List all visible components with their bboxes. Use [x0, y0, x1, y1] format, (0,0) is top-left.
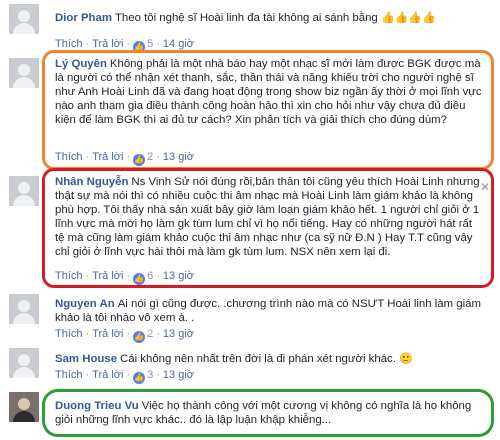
like-count[interactable]: 5 [147, 38, 153, 50]
like-badge-icon: 👍 [133, 331, 146, 343]
like-badge-icon: 👍 [133, 372, 146, 384]
avatar[interactable] [9, 4, 39, 34]
avatar[interactable] [9, 348, 39, 378]
comment-author[interactable]: Sam House [55, 353, 117, 365]
comment-text: Theo tôi nghệ sĩ Hoài linh đa tài không … [114, 12, 378, 24]
comment-time[interactable]: 14 giờ [163, 38, 194, 50]
comment-actions: Thích · Trả lời · 👍 2 · 13 giờ [55, 328, 194, 343]
comment-author[interactable]: Dior Pham [55, 12, 112, 24]
avatar[interactable] [9, 294, 39, 324]
comment-author[interactable]: Lý Quyên [55, 58, 107, 70]
comment-author[interactable]: Nguyen An [55, 298, 115, 310]
reply-link[interactable]: Trả lời [92, 151, 123, 163]
comment-actions: Thích · Trả lời · 👍 5 · 14 giờ [55, 38, 194, 53]
reply-link[interactable]: Trả lời [92, 38, 123, 50]
avatar[interactable] [9, 58, 39, 88]
comment-time[interactable]: 13 giờ [163, 369, 194, 381]
comment-author[interactable]: Duong Trieu Vu [55, 400, 139, 412]
comment-time[interactable]: 13 giờ [163, 270, 194, 282]
like-count[interactable]: 3 [147, 369, 153, 381]
avatar[interactable] [9, 392, 39, 422]
comment-text: Cái không nên nhất trên đời là đi phán x… [120, 353, 396, 365]
like-count[interactable]: 2 [147, 328, 153, 340]
like-link[interactable]: Thích [55, 270, 83, 282]
comment-actions: Thích · Trả lời · 👍 6 · 13 giờ [55, 270, 194, 285]
like-badge-icon: 👍 [133, 41, 146, 53]
close-icon[interactable]: ✕ [480, 180, 490, 194]
like-count[interactable]: 6 [147, 270, 153, 282]
comment-actions: Thích · Trả lời · 👍 3 · 13 giờ [55, 369, 194, 384]
comment-text: Không phải là một nhà báo hay một nhạc s… [55, 58, 482, 126]
avatar[interactable] [9, 176, 39, 206]
thumbs-up-emoji-icon: 👍👍👍👍 [380, 11, 436, 24]
like-link[interactable]: Thích [55, 369, 83, 381]
like-link[interactable]: Thích [55, 38, 83, 50]
comment-text: Ai nói gì cũng được. .chương trình nào m… [55, 298, 481, 324]
comment-author[interactable]: Nhân Nguyễn [55, 176, 128, 188]
comment-time[interactable]: 13 giờ [163, 328, 194, 340]
like-link[interactable]: Thích [55, 151, 83, 163]
smile-emoji-icon: 🙂 [399, 352, 413, 365]
like-count[interactable]: 2 [147, 151, 153, 163]
comment-text: Ns Vinh Sử nói đúng rồi,bản thân tôi cũn… [55, 176, 480, 258]
reply-link[interactable]: Trả lời [92, 270, 123, 282]
reply-link[interactable]: Trả lời [92, 328, 123, 340]
like-badge-icon: 👍 [133, 154, 146, 166]
comment-actions: Thích · Trả lời · 👍 2 · 13 giờ [55, 151, 194, 166]
comment-time[interactable]: 13 giờ [163, 151, 194, 163]
like-link[interactable]: Thích [55, 328, 83, 340]
like-badge-icon: 👍 [133, 273, 146, 285]
reply-link[interactable]: Trả lời [92, 369, 123, 381]
